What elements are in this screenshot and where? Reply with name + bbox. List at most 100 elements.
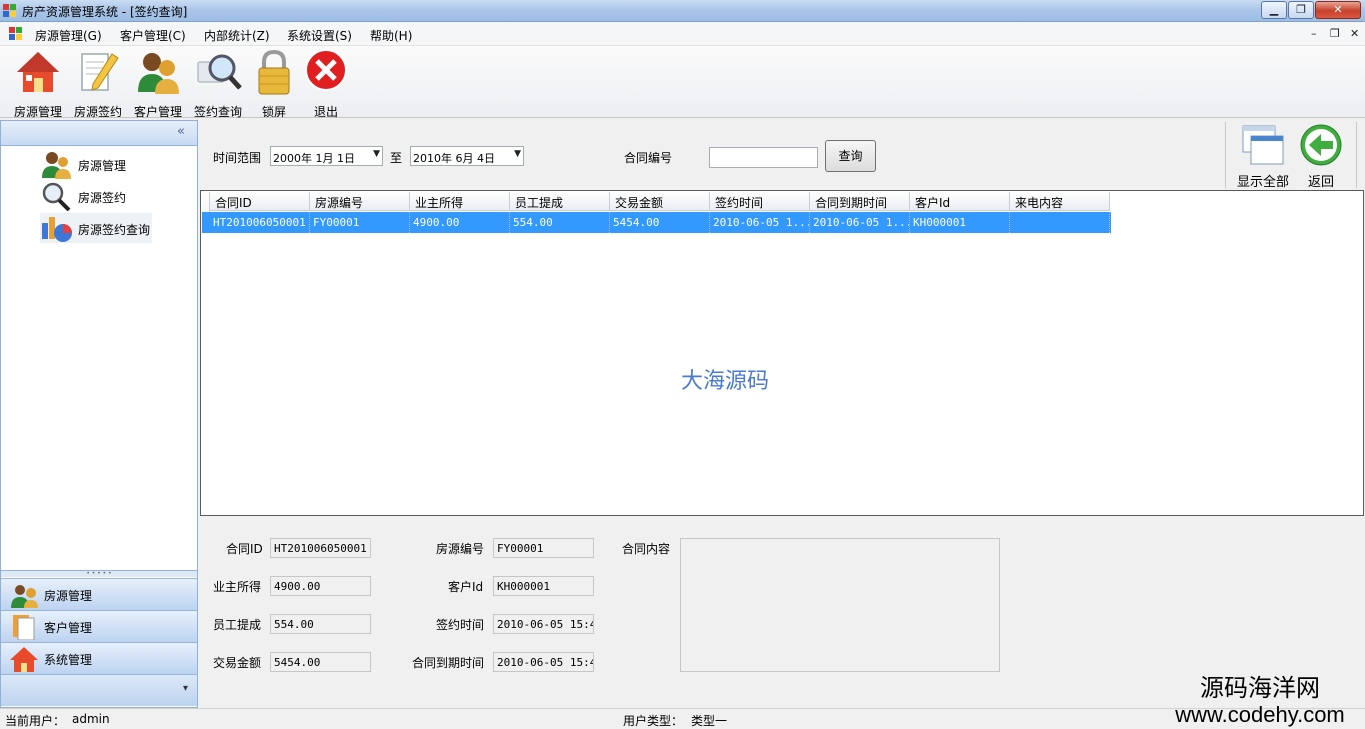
toolbar: 房源管理 房源签约 客户管理 签约查询 锁屏 退出 <box>0 46 1365 119</box>
amount-field[interactable]: 5454.00 <box>270 652 371 672</box>
toolbar-contract-label: 房源签约 <box>73 105 122 119</box>
toolbar-lock-button[interactable]: 锁屏 <box>245 48 303 119</box>
mdi-minimize-button[interactable]: – <box>1311 27 1317 40</box>
toolbar-house-button[interactable]: 房源管理 <box>9 48 67 119</box>
column-header[interactable]: 员工提成 <box>510 192 610 211</box>
user-type-value: 类型一 <box>691 714 728 728</box>
users-icon <box>42 152 71 179</box>
back-button[interactable]: 返回 <box>1298 124 1344 190</box>
minimize-button[interactable]: ▁ <box>1261 1 1287 19</box>
current-user-value: admin <box>72 712 110 726</box>
user-type-label: 用户类型： <box>623 714 684 728</box>
collapse-icon[interactable]: « <box>177 124 185 139</box>
time-range-label: 时间范围 <box>213 151 262 165</box>
contract-no-label: 合同编号 <box>624 151 673 165</box>
customer-id-field[interactable]: KH000001 <box>493 576 594 596</box>
table-cell[interactable]: FY00001 <box>310 212 410 233</box>
site-watermark-line1: 源码海洋网 <box>1200 675 1320 702</box>
date-to-picker[interactable]: 2010年 6月 4日 ▼ <box>410 146 524 166</box>
column-header[interactable]: 合同到期时间 <box>810 192 910 211</box>
back-arrow-icon <box>1300 124 1342 166</box>
group-system-button[interactable]: 系统管理 <box>1 642 197 674</box>
column-header[interactable]: 来电内容 <box>1010 192 1110 211</box>
toolbar-house-label: 房源管理 <box>13 105 62 119</box>
column-header[interactable]: 客户Id <box>910 192 1010 211</box>
toolbar-exit-button[interactable]: 退出 <box>297 48 355 119</box>
expire-time-field[interactable]: 2010-06-05 15:43 <box>493 652 594 672</box>
chart-icon <box>42 217 72 242</box>
site-watermark-line2: www.codehy.com <box>1175 702 1345 727</box>
table-cell[interactable]: 554.00 <box>510 212 610 233</box>
lock-icon <box>258 49 290 95</box>
mdi-close-button[interactable]: ✕ <box>1350 27 1359 40</box>
staff-commission-field[interactable]: 554.00 <box>270 614 371 634</box>
menu-customer[interactable]: 客户管理(C) <box>120 27 186 44</box>
table-cell[interactable]: 4900.00 <box>410 212 510 233</box>
mdi-child-icon <box>9 27 22 40</box>
nav-item-house-label: 房源管理 <box>78 159 127 173</box>
users-icon <box>11 585 38 608</box>
toolbar-customer-button[interactable]: 客户管理 <box>129 48 187 119</box>
owner-income-label: 业主所得 <box>213 580 262 594</box>
toolbar-customer-label: 客户管理 <box>133 105 182 119</box>
magnifier-icon <box>197 54 242 90</box>
more-groups-icon[interactable]: ▾ <box>183 683 188 694</box>
sign-time-field[interactable]: 2010-06-05 15:44 <box>493 614 594 634</box>
column-header[interactable]: 合同ID <box>210 192 310 211</box>
contract-id-field[interactable]: HT201006050001 <box>270 538 371 558</box>
chevron-down-icon: ▼ <box>373 149 380 159</box>
house-icon <box>17 52 59 92</box>
document-icon <box>13 615 35 640</box>
menu-stats[interactable]: 内部统计(Z) <box>204 27 270 44</box>
contract-content-label: 合同内容 <box>622 542 671 556</box>
date-from-picker[interactable]: 2000年 1月 1日 ▼ <box>270 146 383 166</box>
table-cell[interactable]: HT201006050001 <box>210 212 310 233</box>
nav-item-contract-label: 房源签约 <box>78 191 127 205</box>
toolbar-query-button[interactable]: 签约查询 <box>189 48 247 119</box>
nav-splitter[interactable]: • • • • • <box>1 570 197 577</box>
column-header[interactable]: 交易金额 <box>610 192 710 211</box>
table-row[interactable]: HT201006050001 FY00001 4900.00 554.00 54… <box>202 212 1111 233</box>
window-title: 房产资源管理系统 - [签约查询] <box>22 5 188 19</box>
nav-footer: ▾ <box>1 674 197 706</box>
menu-settings[interactable]: 系统设置(S) <box>287 27 352 44</box>
mdi-restore-button[interactable]: ❐ <box>1330 27 1340 40</box>
toolbar-query-label: 签约查询 <box>193 105 242 119</box>
menu-house[interactable]: 房源管理(G) <box>35 27 102 44</box>
house-icon <box>10 647 38 672</box>
maximize-button[interactable]: ❐ <box>1288 1 1314 19</box>
contract-grid[interactable]: 合同ID 房源编号 业主所得 员工提成 交易金额 签约时间 合同到期时间 客户I… <box>200 190 1364 516</box>
table-cell[interactable]: 2010-06-05 1... <box>710 212 810 233</box>
contract-content-field[interactable] <box>680 538 1000 672</box>
staff-commission-label: 员工提成 <box>213 618 262 632</box>
column-header[interactable]: 签约时间 <box>710 192 810 211</box>
close-button[interactable]: ✕ <box>1315 1 1361 19</box>
expire-time-label: 合同到期时间 <box>412 656 485 670</box>
group-house-button[interactable]: 房源管理 <box>1 578 197 610</box>
show-all-label: 显示全部 <box>1236 175 1289 190</box>
house-no-field[interactable]: FY00001 <box>493 538 594 558</box>
magnifier-icon <box>42 182 71 211</box>
left-nav-header: « <box>1 121 197 146</box>
column-header[interactable]: 房源编号 <box>310 192 410 211</box>
group-house-label: 房源管理 <box>44 589 93 603</box>
menu-help[interactable]: 帮助(H) <box>370 27 412 44</box>
users-icon <box>138 53 179 94</box>
show-all-button[interactable]: 显示全部 <box>1232 124 1294 190</box>
table-cell[interactable]: KH000001 <box>910 212 1010 233</box>
house-no-label: 房源编号 <box>436 542 485 556</box>
nav-item-contract-query[interactable]: 房源签约查询 <box>40 213 152 243</box>
table-cell[interactable]: 5454.00 <box>610 212 710 233</box>
table-cell[interactable]: 2010-06-05 1... <box>810 212 910 233</box>
toolbar-lock-label: 锁屏 <box>261 105 286 119</box>
windows-icon <box>1242 125 1284 165</box>
group-system-label: 系统管理 <box>44 653 93 667</box>
column-header[interactable]: 业主所得 <box>410 192 510 211</box>
query-button[interactable]: 查询 <box>825 140 876 172</box>
date-from-value: 2000年 1月 1日 <box>273 152 355 165</box>
contract-no-input[interactable] <box>709 147 818 168</box>
toolbar-contract-button[interactable]: 房源签约 <box>69 48 127 119</box>
table-cell[interactable] <box>1010 212 1110 233</box>
group-customer-button[interactable]: 客户管理 <box>1 610 197 642</box>
owner-income-field[interactable]: 4900.00 <box>270 576 371 596</box>
